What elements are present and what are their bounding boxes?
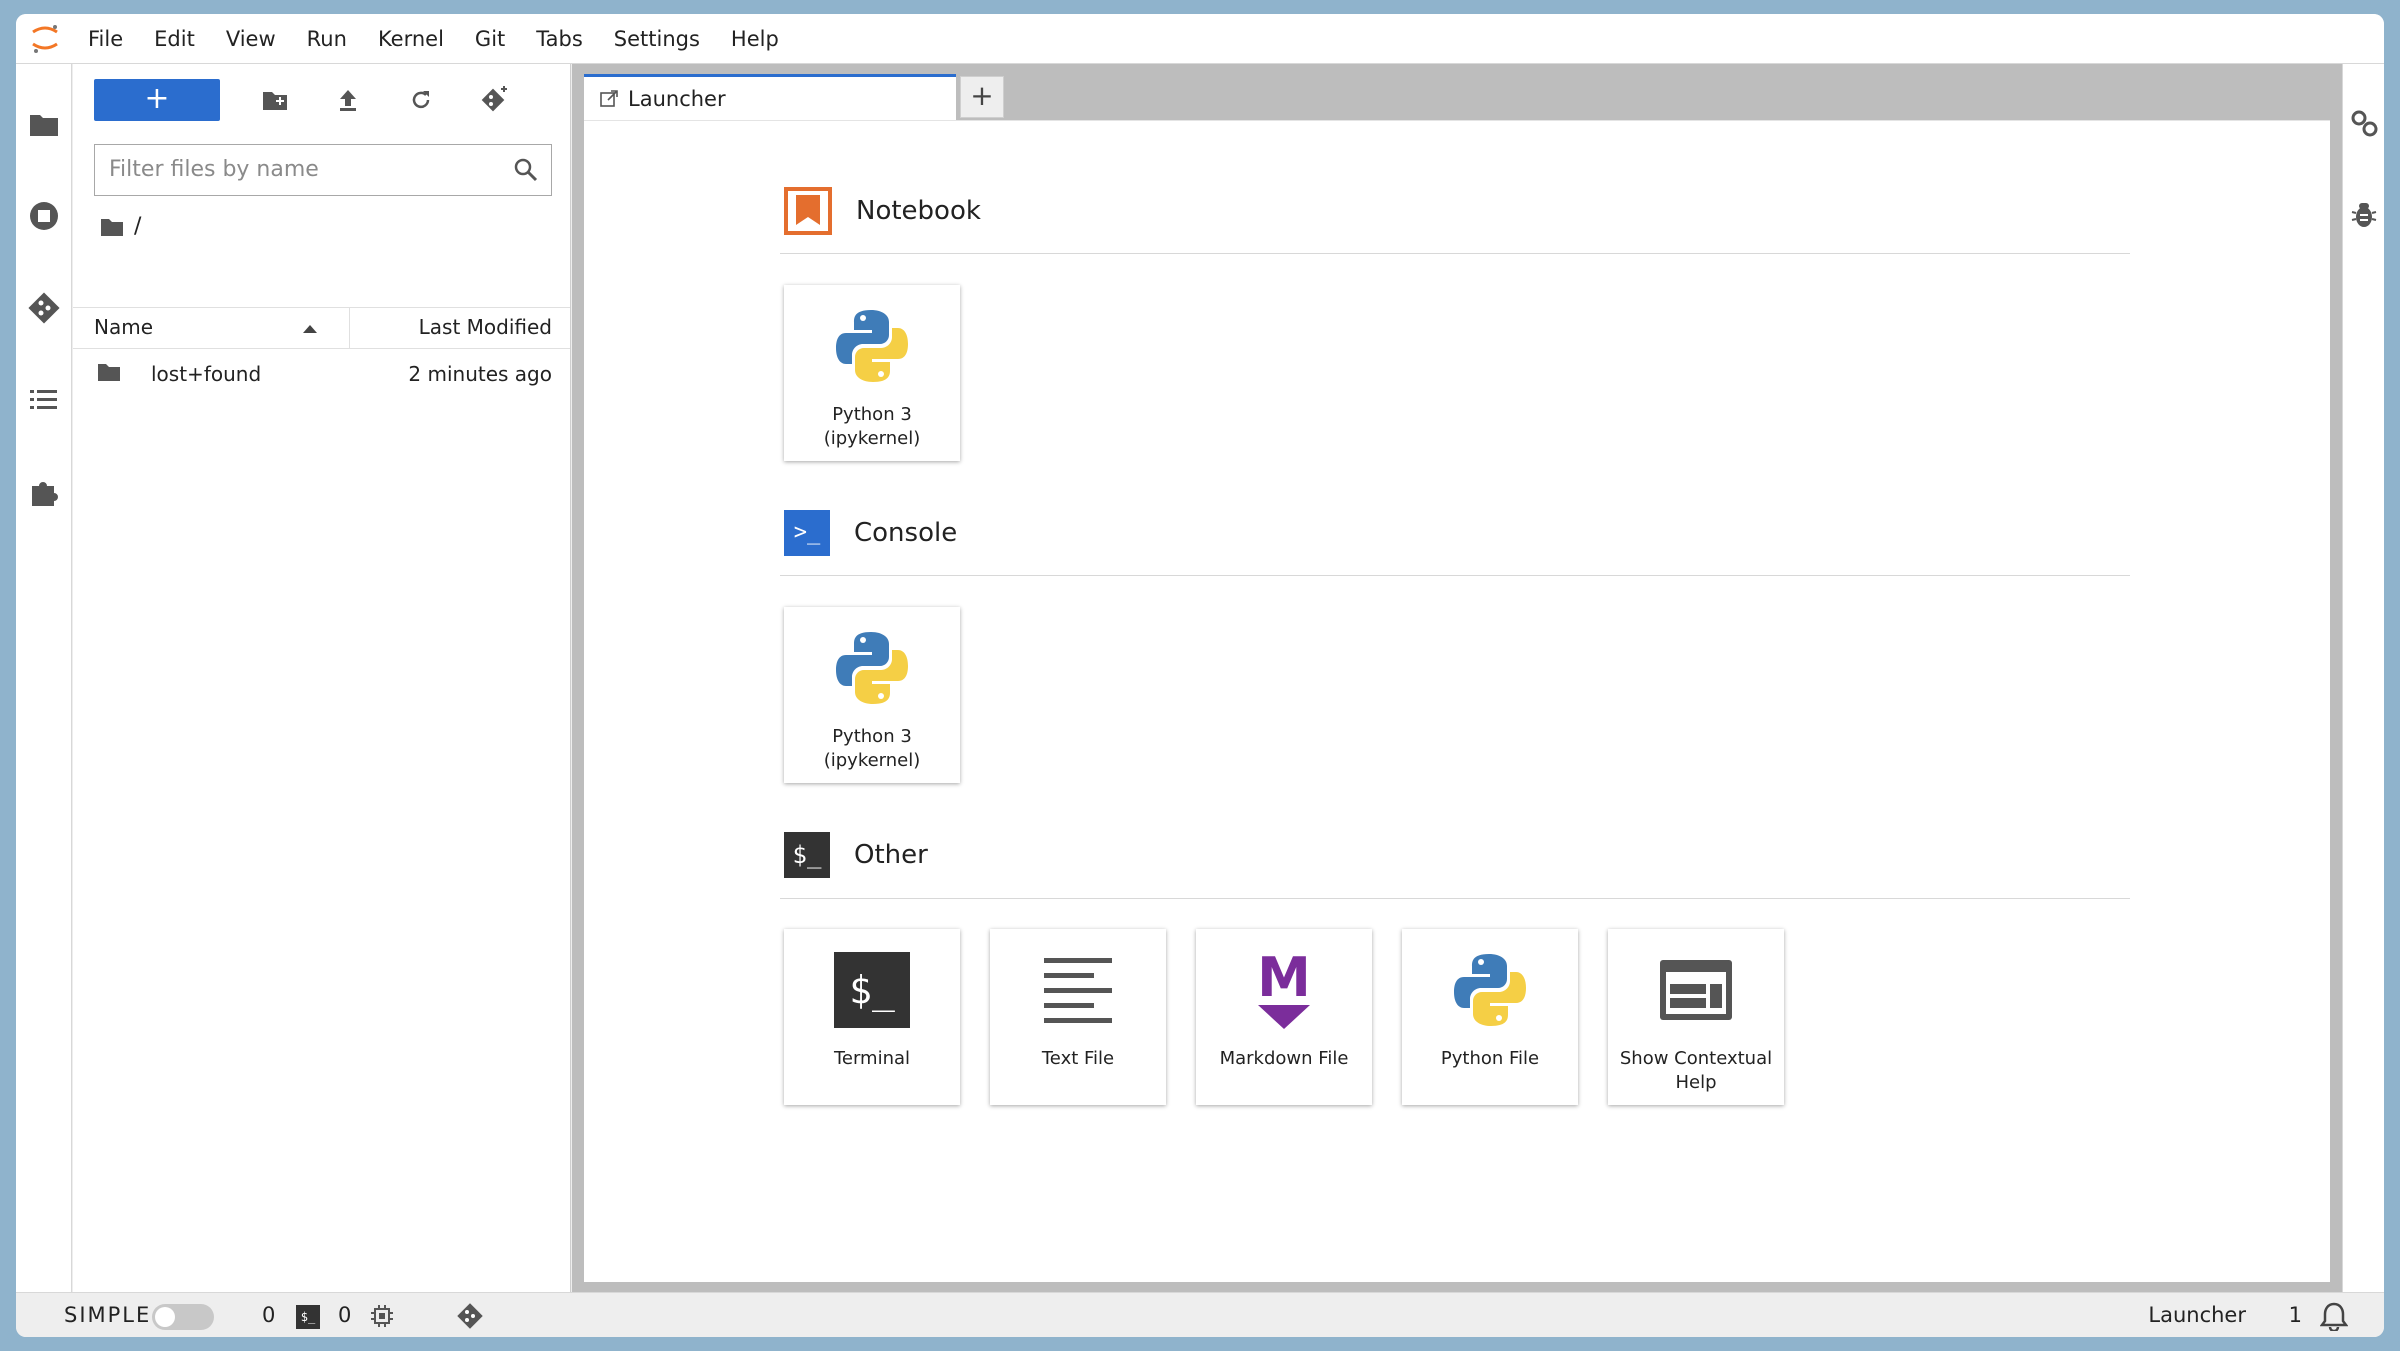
jupyterlab-window: File Edit View Run Kernel Git Tabs Setti… (16, 14, 2384, 1337)
main-dock-area: Launcher + Notebook Python 3 (ipykernel)… (572, 64, 2342, 1292)
bell-icon[interactable] (2319, 1301, 2349, 1336)
name-column-header[interactable]: Name (94, 315, 153, 339)
python-file-card[interactable]: Python File (1402, 929, 1578, 1105)
terminal-count[interactable]: 0 (338, 1303, 351, 1327)
right-sidebar-rail (2342, 64, 2384, 1292)
menu-edit[interactable]: Edit (154, 27, 195, 51)
tab-launcher[interactable]: Launcher (584, 74, 956, 120)
card-label: Terminal (833, 1048, 911, 1069)
notification-count[interactable]: 1 (2289, 1303, 2302, 1327)
menu-help[interactable]: Help (731, 27, 779, 51)
folder-icon[interactable] (28, 108, 60, 140)
console-python3-card[interactable]: Python 3 (ipykernel) (784, 607, 960, 783)
card-label: Show Contextual Help (1619, 1048, 1773, 1093)
markdown-file-card[interactable]: M Markdown File (1196, 929, 1372, 1105)
extension-icon[interactable] (28, 476, 60, 508)
file-browser-toolbar: + (73, 64, 570, 144)
tab-bar: Launcher + (572, 64, 2342, 120)
new-folder-icon[interactable] (259, 84, 291, 116)
file-modified: 2 minutes ago (408, 362, 552, 386)
section-divider (780, 575, 2130, 576)
file-browser: + / Name (73, 64, 571, 1292)
python-logo-icon (1454, 954, 1526, 1026)
refresh-icon[interactable] (405, 84, 437, 116)
notebook-python3-card[interactable]: Python 3 (ipykernel) (784, 285, 960, 461)
file-filter (94, 144, 552, 196)
launcher-panel: Notebook Python 3 (ipykernel) >_ Console (584, 120, 2330, 1282)
console-icon: >_ (784, 510, 830, 556)
simple-mode-toggle[interactable] (152, 1304, 214, 1330)
menu-file[interactable]: File (88, 27, 123, 51)
card-label: Python 3 (ipykernel) (823, 404, 921, 449)
contextual-help-icon (1660, 960, 1732, 1020)
git-clone-icon[interactable] (478, 84, 510, 116)
file-list-header: Name Last Modified (73, 307, 570, 349)
last-modified-column-header[interactable]: Last Modified (419, 315, 552, 339)
menu-view[interactable]: View (226, 27, 276, 51)
debugger-bug-icon[interactable] (2351, 200, 2377, 234)
folder-icon (98, 364, 120, 381)
jupyter-logo-icon (32, 24, 58, 53)
file-list-item[interactable]: lost+found 2 minutes ago (73, 354, 570, 394)
markdown-icon: M (1257, 946, 1311, 1009)
menu-run[interactable]: Run (307, 27, 347, 51)
property-inspector-icon[interactable] (2349, 108, 2379, 142)
other-section-header: $_ Other (784, 832, 928, 878)
terminal-icon: $_ (834, 952, 910, 1028)
menu-git[interactable]: Git (475, 27, 505, 51)
card-label: Text File (1041, 1048, 1115, 1069)
card-label: Markdown File (1219, 1048, 1349, 1069)
card-label: Python 3 (ipykernel) (823, 726, 921, 771)
git-status-icon[interactable] (456, 1302, 484, 1335)
python-logo-icon (836, 310, 908, 382)
running-icon[interactable] (28, 200, 60, 232)
section-divider (780, 253, 2130, 254)
menu-tabs[interactable]: Tabs (536, 27, 583, 51)
breadcrumb: / (100, 214, 141, 239)
terminal-section-icon: $_ (784, 832, 830, 878)
terminal-card[interactable]: $_ Terminal (784, 929, 960, 1105)
upload-icon[interactable] (332, 84, 364, 116)
git-icon[interactable] (28, 292, 60, 324)
menu-bar: File Edit View Run Kernel Git Tabs Setti… (16, 14, 2384, 64)
new-launcher-button[interactable]: + (94, 79, 220, 121)
text-file-icon (1044, 958, 1112, 1023)
section-divider (780, 898, 2130, 899)
menu-settings[interactable]: Settings (614, 27, 700, 51)
column-divider[interactable] (349, 308, 350, 349)
toggle-knob (155, 1307, 175, 1327)
section-title: Notebook (856, 196, 981, 226)
card-label: Python File (1440, 1048, 1540, 1069)
current-activity: Launcher (2148, 1303, 2246, 1327)
sort-ascending-icon (303, 325, 317, 333)
launcher-tab-icon (600, 89, 618, 107)
left-sidebar-rail (16, 64, 72, 1292)
filter-files-input[interactable] (95, 145, 495, 193)
search-icon[interactable] (513, 157, 539, 183)
toc-icon[interactable] (28, 384, 60, 416)
notebook-section-header: Notebook (784, 187, 981, 235)
console-section-header: >_ Console (784, 510, 957, 556)
contextual-help-card[interactable]: Show Contextual Help (1608, 929, 1784, 1105)
python-logo-icon (836, 632, 908, 704)
simple-mode-label: SIMPLE (64, 1303, 152, 1327)
cpu-icon[interactable] (370, 1304, 394, 1333)
home-folder-icon[interactable] (100, 217, 124, 237)
file-name: lost+found (151, 362, 262, 386)
section-title: Console (854, 518, 958, 548)
terminal-count-icon: $_ (296, 1305, 320, 1329)
section-title: Other (854, 840, 928, 870)
kernel-count[interactable]: 0 (262, 1303, 275, 1327)
text-file-card[interactable]: Text File (990, 929, 1166, 1105)
add-tab-button[interactable]: + (960, 76, 1004, 118)
status-bar: SIMPLE 0 $_ 0 Launcher 1 (16, 1292, 2384, 1337)
breadcrumb-root[interactable]: / (134, 214, 141, 239)
tab-label: Launcher (628, 86, 726, 111)
markdown-arrow-icon (1258, 1005, 1310, 1029)
menu-kernel[interactable]: Kernel (378, 27, 444, 51)
notebook-icon (784, 187, 832, 235)
